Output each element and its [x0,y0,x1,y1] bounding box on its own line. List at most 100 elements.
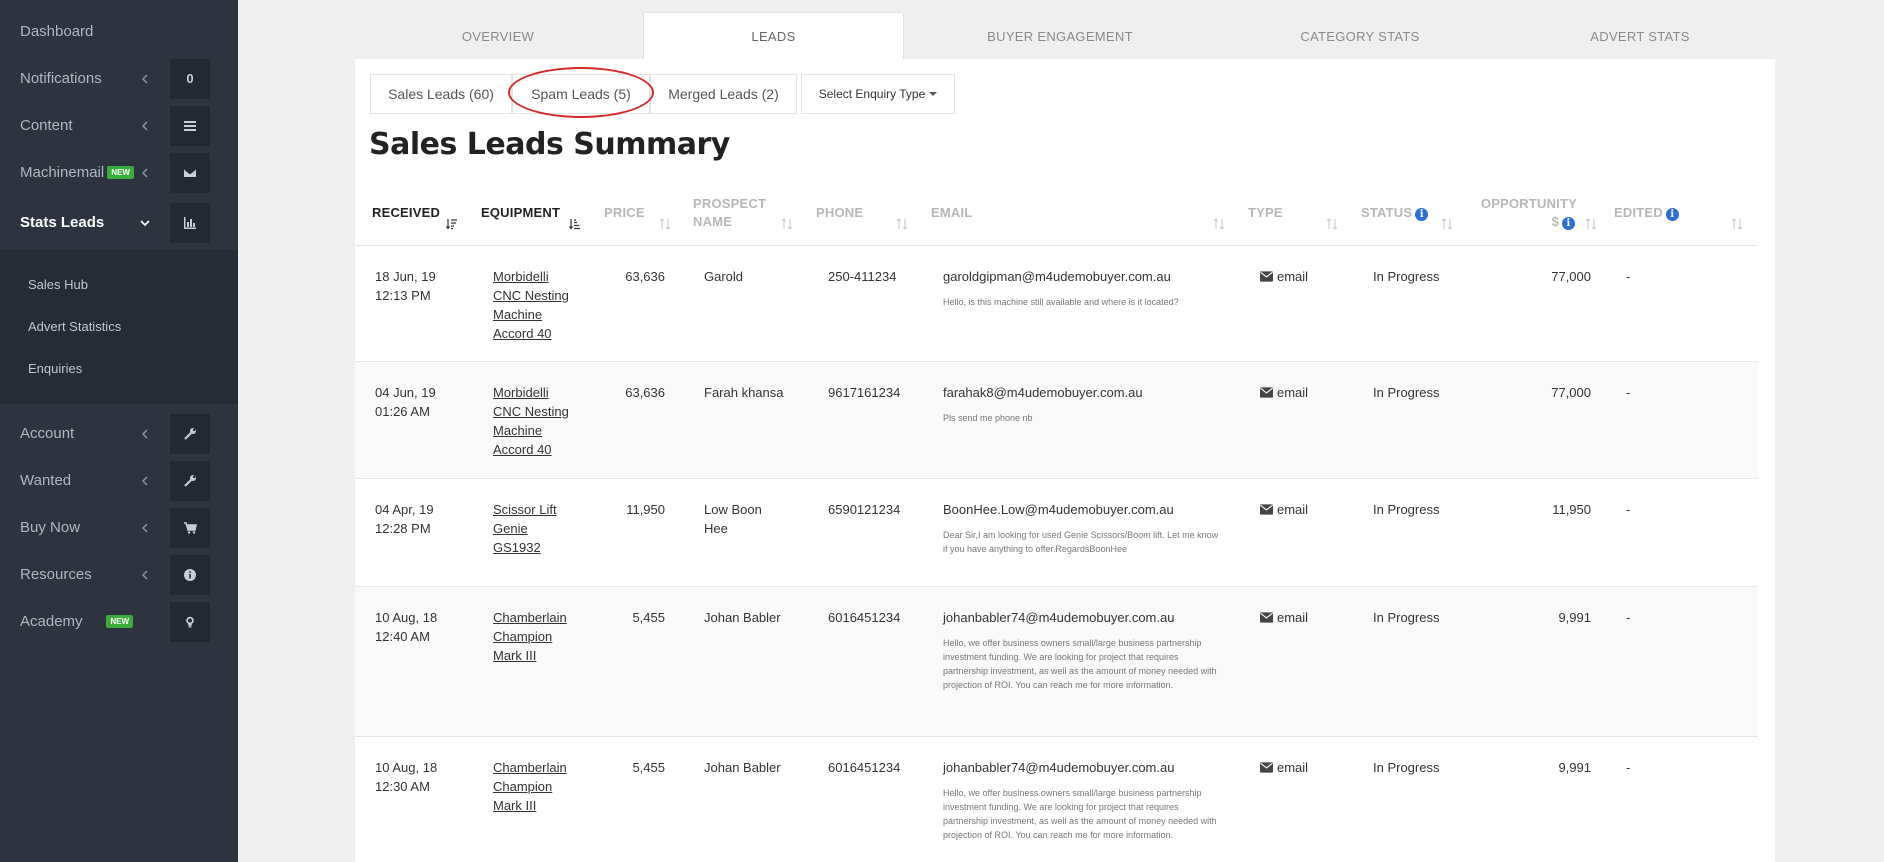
table-row[interactable]: 04 Jun, 19 01:26 AM Morbidelli CNC Nesting M… [355,361,1758,478]
sort-icon[interactable] [896,218,908,233]
enquiry-type-dropdown[interactable]: Select Enquiry Type [801,74,955,114]
tab-category-stats[interactable]: CATEGORY STATS [1260,12,1460,60]
equipment-link-line: Mark III [493,798,537,813]
info-icon[interactable]: i [1562,217,1575,230]
enquiry-type-label: Select Enquiry Type [818,87,926,101]
status-cell[interactable]: In Progress [1373,500,1439,519]
sort-icon[interactable] [1585,218,1597,233]
opportunity-cell: 77,000 [1551,385,1591,400]
column-header-status[interactable]: STATUS i [1361,204,1429,222]
envelope-icon [1260,502,1277,517]
tab-overview[interactable]: OVERVIEW [405,12,591,60]
price-cell: 63,636 [625,385,665,400]
sidebar-item-machinemail[interactable]: Machinemail NEW [0,149,238,196]
lightbulb-icon [170,601,210,642]
equipment-link-line: Morbidelli [493,269,549,284]
prospect-name-line: Low Boon [704,502,762,517]
tab-advert-stats[interactable]: ADVERT STATS [1540,12,1740,60]
sidebar-subitem-sales-hub[interactable]: Sales Hub [28,277,88,292]
column-header-prospect-name[interactable]: PROSPECT NAME [693,195,766,231]
column-header-email[interactable]: EMAIL [931,204,972,222]
type-cell: email [1260,267,1308,286]
tab-buyer-engagement[interactable]: BUYER ENGAGEMENT [960,12,1160,60]
equipment-link-line: Accord 40 [493,326,552,341]
column-header-phone[interactable]: PHONE [816,204,863,222]
phone-cell: 6016451234 [828,610,901,625]
sort-asc-icon[interactable] [569,218,581,233]
chevron-down-icon [139,217,151,229]
sidebar-subitem-enquiries[interactable]: Enquiries [28,361,82,376]
email-cell[interactable]: garoldgipman@m4udemobuyer.com.au [943,267,1171,286]
type-cell: email [1260,500,1308,519]
equipment-link[interactable]: Morbidelli CNC Nesting Machine Accord 40 [493,383,569,459]
info-icon[interactable]: i [1415,208,1429,221]
tab-leads[interactable]: LEADS [643,12,904,60]
equipment-link[interactable]: Chamberlain Champion Mark III [493,758,567,815]
sidebar-item-notifications[interactable]: Notifications 0 [0,55,238,102]
column-header-line: OPPORTUNITY [1480,196,1577,211]
received-time: 12:30 AM [375,779,430,794]
table-row[interactable]: 18 Jun, 19 12:13 PM Morbidelli CNC Nesting M… [355,245,1758,361]
enquiry-message: Hello, is this machine still available a… [943,297,1179,307]
edited-cell: - [1626,610,1631,625]
info-icon[interactable]: i [1665,208,1679,221]
column-header-type[interactable]: TYPE [1248,204,1283,222]
equipment-link-line: GS1932 [493,540,541,555]
sort-icon[interactable] [1213,218,1225,233]
equipment-link-line: Accord 40 [493,442,552,457]
opportunity-cell: 77,000 [1551,269,1591,284]
column-header-received[interactable]: RECEIVED [372,204,440,222]
equipment-link-line: CNC Nesting [493,288,569,303]
table-row[interactable]: 10 Aug, 18 12:30 AM Chamberlain Champion Mar… [355,736,1758,862]
sort-desc-icon[interactable] [446,218,458,233]
sidebar-item-resources[interactable]: Resources [0,551,238,598]
sidebar-item-account[interactable]: Account [0,410,238,457]
status-cell[interactable]: In Progress [1373,608,1439,627]
equipment-link[interactable]: Scissor Lift Genie GS1932 [493,500,557,557]
email-cell[interactable]: farahak8@m4udemobuyer.com.au [943,383,1143,402]
sidebar-item-wanted[interactable]: Wanted [0,457,238,504]
sidebar-item-label: Buy Now [20,519,81,536]
type-cell: email [1260,608,1308,627]
sort-icon[interactable] [781,218,793,233]
sidebar-item-label: Wanted [20,472,72,489]
email-cell[interactable]: BoonHee.Low@m4udemobuyer.com.au [943,500,1174,519]
opportunity-cell: 11,950 [1552,502,1591,517]
sort-icon[interactable] [1441,218,1453,233]
equipment-link-line: Machine [493,423,543,438]
sidebar-item-dashboard[interactable]: Dashboard [0,8,238,55]
status-cell[interactable]: In Progress [1373,267,1439,286]
received-cell: 18 Jun, 19 12:13 PM [375,267,436,305]
prospect-name-line: Johan Babler [704,760,781,775]
equipment-link[interactable]: Morbidelli CNC Nesting Machine Accord 40 [493,267,569,343]
status-cell[interactable]: In Progress [1373,758,1439,777]
received-date: 10 Aug, 18 [375,760,438,775]
sidebar-item-buy-now[interactable]: Buy Now [0,504,238,551]
status-cell[interactable]: In Progress [1373,383,1439,402]
sort-icon[interactable] [1731,218,1743,233]
type-label: email [1277,502,1309,517]
opportunity-cell: 9,991 [1558,610,1591,625]
email-cell[interactable]: johanbabler74@m4udemobuyer.com.au [943,758,1174,777]
sidebar-item-content[interactable]: Content [0,102,238,149]
sort-icon[interactable] [659,218,671,233]
price-cell: 11,950 [626,502,665,517]
column-header-edited[interactable]: EDITED i [1614,204,1679,222]
info-circle-icon [170,554,210,595]
sidebar-item-academy[interactable]: Academy NEW [0,598,238,645]
envelope-icon [170,152,210,193]
tab-merged-leads[interactable]: Merged Leads (2) [650,74,797,114]
equipment-link[interactable]: Chamberlain Champion Mark III [493,608,567,665]
column-header-opportunity[interactable]: OPPORTUNITY $ i [1475,195,1577,231]
table-row[interactable]: 10 Aug, 18 12:40 AM Chamberlain Champion Mar… [355,586,1758,736]
table-row[interactable]: 04 Apr, 19 12:28 PM Scissor Lift Genie GS193… [355,478,1758,586]
sidebar-subitem-advert-statistics[interactable]: Advert Statistics [28,319,121,334]
sidebar: Dashboard Notifications 0 Content Machin… [0,0,238,862]
sort-icon[interactable] [1326,218,1338,233]
email-cell[interactable]: johanbabler74@m4udemobuyer.com.au [943,608,1174,627]
tab-sales-leads[interactable]: Sales Leads (60) [370,74,512,114]
column-header-equipment[interactable]: EQUIPMENT [481,204,560,222]
sidebar-item-stats-leads[interactable]: Stats Leads [0,199,238,246]
column-header-price[interactable]: PRICE [604,204,645,222]
equipment-link-line: Morbidelli [493,385,549,400]
